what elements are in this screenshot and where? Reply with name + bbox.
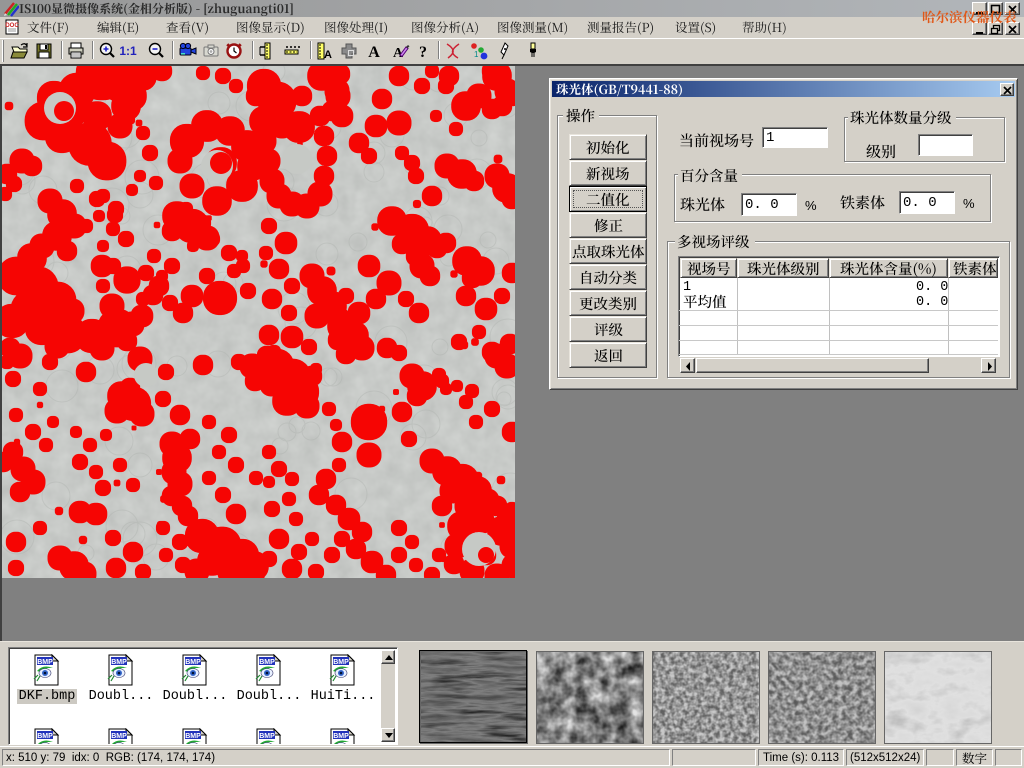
svg-text:?: ? (419, 44, 427, 61)
svg-text:BMP: BMP (37, 659, 53, 666)
svg-text:BMP: BMP (111, 659, 127, 666)
svg-text:BMP: BMP (333, 659, 349, 666)
svg-text:1: 1 (474, 50, 479, 59)
svg-text:1:1: 1:1 (119, 44, 137, 58)
svg-text:A: A (368, 44, 380, 61)
svg-text:BMP: BMP (185, 733, 201, 740)
svg-text:DOC: DOC (5, 23, 19, 29)
svg-text:BMP: BMP (259, 733, 275, 740)
svg-text:BMP: BMP (37, 733, 53, 740)
svg-text:BMP: BMP (111, 733, 127, 740)
svg-text:A: A (324, 49, 332, 61)
svg-text:BMP: BMP (259, 659, 275, 666)
svg-text:BMP: BMP (185, 659, 201, 666)
svg-text:BMP: BMP (333, 733, 349, 740)
